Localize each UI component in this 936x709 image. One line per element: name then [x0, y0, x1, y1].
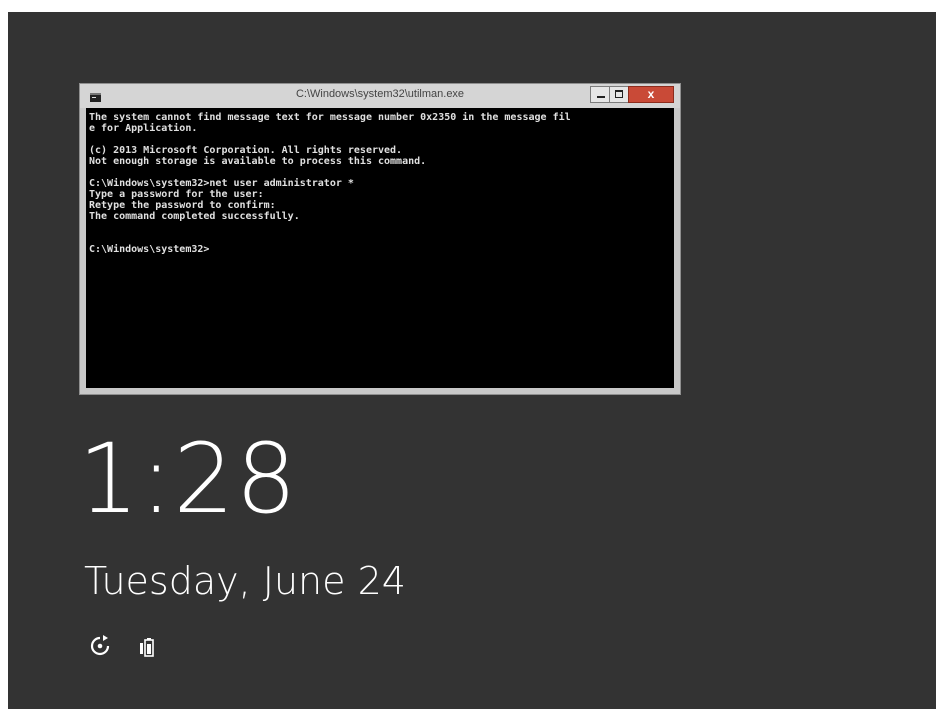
- close-icon: x: [647, 87, 655, 101]
- console-line: C:\Windows\system32>net user administrat…: [89, 178, 354, 189]
- console-line: (c) 2013 Microsoft Corporation. All righ…: [89, 145, 403, 156]
- lock-screen: C:\Windows\system32\utilman.exe x The sy…: [8, 12, 936, 709]
- ease-of-access-icon[interactable]: [89, 635, 111, 657]
- command-prompt-window[interactable]: C:\Windows\system32\utilman.exe x The sy…: [79, 83, 681, 395]
- lock-screen-date: Tuesday, June 24: [84, 559, 406, 603]
- maximize-button[interactable]: [609, 86, 629, 103]
- minimize-icon: [597, 96, 605, 98]
- console-line: Type a password for the user:: [89, 189, 264, 200]
- console-output[interactable]: The system cannot find message text for …: [86, 108, 674, 388]
- window-title: C:\Windows\system32\utilman.exe: [295, 88, 465, 100]
- console-prompt-line: C:\Windows\system32>: [89, 244, 210, 255]
- maximize-icon: [615, 90, 623, 98]
- close-button[interactable]: x: [628, 86, 674, 103]
- lock-screen-time: 1:28: [78, 423, 298, 535]
- console-line: Not enough storage is available to proce…: [89, 156, 427, 167]
- console-line: e for Application.: [89, 123, 198, 134]
- cmd-window-icon[interactable]: [90, 93, 101, 102]
- console-line: The system cannot find message text for …: [89, 112, 571, 123]
- console-line: The command completed successfully.: [89, 211, 300, 222]
- minimize-button[interactable]: [590, 86, 610, 103]
- window-titlebar[interactable]: C:\Windows\system32\utilman.exe x: [80, 84, 680, 108]
- battery-icon: [139, 637, 159, 657]
- console-line: Retype the password to confirm:: [89, 200, 276, 211]
- caption-buttons: x: [590, 86, 674, 103]
